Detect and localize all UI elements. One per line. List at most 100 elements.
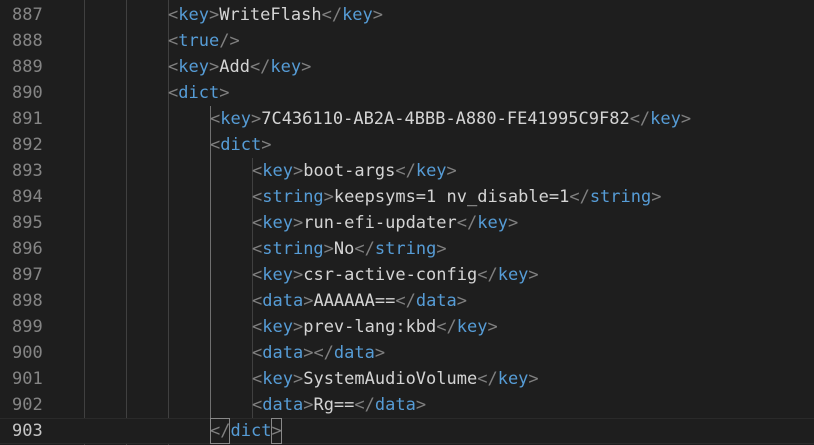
tag-bracket: > [436,239,447,259]
code-line[interactable]: 900 <data></data> [0,340,814,366]
code-content: <data></data> [252,340,385,366]
tag-bracket: > [456,291,468,311]
code-content: <data>AAAAAA==</data> [252,288,467,314]
code-line[interactable]: 891 <key>7C436110-AB2A-4BBB-A880-FE41995C… [0,106,814,132]
code-line[interactable]: 901 <key>SystemAudioVolume</key> [0,366,814,392]
tag-bracket: </ [321,5,343,25]
tag-bracket: > [292,213,304,233]
tag-bracket: < [252,317,263,337]
text-value: No [333,239,355,259]
code-line[interactable]: 889 <key>Add</key> [0,54,814,80]
tag-bracket: > [292,161,304,181]
tag-bracket: > [528,265,539,285]
tag-bracket: < [252,395,263,415]
tag-bracket: < [252,161,263,181]
tag-bracket: </ [456,213,478,233]
code-line[interactable]: 902 <data>Rg==</data> [0,392,814,418]
tag-name: key [262,369,293,389]
tag-bracket: > [680,109,692,129]
tag-bracket: > [303,395,314,415]
tag-bracket: < [252,265,263,285]
tag-name: key [456,317,488,337]
code-content: <key>boot-args</key> [252,158,457,184]
tag-name: key [650,109,681,129]
line-number: 902 [12,395,43,415]
tag-name: key [342,5,373,25]
code-line[interactable]: 892 <dict> [0,132,814,158]
line-number: 889 [12,57,43,77]
line-number: 900 [12,343,43,363]
tag-bracket: < [252,213,263,233]
tag-name: dict [178,83,220,103]
tag-bracket: </ [569,187,590,207]
code-editor[interactable]: 887 <key>WriteFlash</key> 888 <true/> 889 <ke… [0,0,814,445]
code-line[interactable]: 897 <key>csr-active-config</key> [0,262,814,288]
line-number: 892 [12,135,43,155]
tag-bracket: < [252,187,263,207]
code-line[interactable]: 888 <true/> [0,28,814,54]
tag-bracket: < [252,343,263,363]
code-content: <key>7C436110-AB2A-4BBB-A880-FE41995C9F8… [210,106,691,132]
line-number: 898 [12,291,43,311]
tag-name: key [415,161,447,181]
text-value: Rg== [313,395,355,415]
tag-bracket: < [210,135,221,155]
tag-name: dict [230,421,272,441]
tag-bracket: > [487,317,498,337]
tag-name: key [262,161,293,181]
code-content: <data>Rg==</data> [252,392,426,418]
line-number: 899 [12,317,43,337]
code-line[interactable]: 895 <key>run-efi-updater</key> [0,210,814,236]
line-number: 888 [12,31,43,51]
text-value: WriteFlash [219,5,322,25]
tag-bracket: ></ [303,343,334,363]
tag-name: data [415,291,457,311]
code-content: <key>Add</key> [168,54,311,80]
tag-name: key [262,265,293,285]
text-value: SystemAudioVolume [303,369,478,389]
code-content: <true/> [168,28,240,54]
tag-bracket: > [374,343,386,363]
tag-bracket: </ [354,239,375,259]
code-content: <dict> [210,132,271,158]
text-value: keepsyms=1 nv_disable=1 [333,187,570,207]
code-line[interactable]: 887 <key>WriteFlash</key> [0,2,814,28]
tag-bracket: </ [436,317,457,337]
code-content: <dict> [168,80,229,106]
tag-bracket: > [303,291,314,311]
code-line-current[interactable]: 903 </dict> [0,418,814,444]
tag-name: string [262,187,324,207]
code-content: <key>run-efi-updater</key> [252,210,518,236]
code-line[interactable]: 893 <key>boot-args</key> [0,158,814,184]
code-line[interactable]: 890 <dict> [0,80,814,106]
code-line[interactable]: 894 <string>keepsyms=1 nv_disable=1</stri… [0,184,814,210]
code-line[interactable]: 899 <key>prev-lang:kbd</key> [0,314,814,340]
tag-name: dict [220,135,262,155]
text-value: prev-lang:kbd [303,317,437,337]
code-line[interactable]: 898 <data>AAAAAA==</data> [0,288,814,314]
tag-bracket: > [292,317,304,337]
tag-bracket: > [372,5,384,25]
tag-bracket: < [252,369,263,389]
line-number: 896 [12,239,43,259]
code-content: <key>SystemAudioVolume</key> [252,366,539,392]
tag-bracket: > [292,369,304,389]
line-number: 894 [12,187,43,207]
text-value: csr-active-config [303,265,478,285]
tag-name: data [333,343,375,363]
line-number: 903 [12,421,43,441]
tag-bracket: > [415,395,427,415]
tag-name: string [262,239,324,259]
tag-name: key [178,57,209,77]
code-content: </dict> [210,418,282,444]
tag-name: data [262,291,304,311]
tag-bracket: /> [219,31,240,51]
line-number: 891 [12,109,43,129]
code-content: <string>No</string> [252,236,447,262]
tag-bracket: > [507,213,519,233]
tag-bracket: > [250,109,262,129]
tag-bracket: </ [629,109,651,129]
code-line[interactable]: 896 <string>No</string> [0,236,814,262]
code-content: <string>keepsyms=1 nv_disable=1</string> [252,184,661,210]
tag-bracket: > [208,57,220,77]
